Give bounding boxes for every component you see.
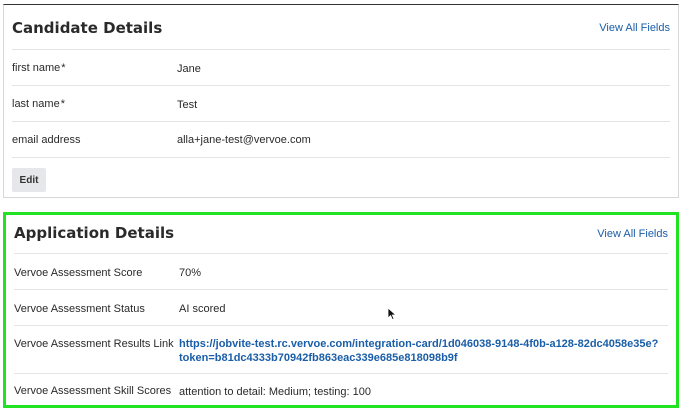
candidate-view-all-fields-link[interactable]: View All Fields (599, 22, 670, 34)
assessment-skill-scores-label: Vervoe Assessment Skill Scores (14, 385, 172, 397)
last-name-value: Test (177, 99, 198, 111)
assessment-results-link[interactable]: https://jobvite-test.rc.vervoe.com/integ… (179, 337, 658, 365)
assessment-status-value: AI scored (179, 303, 226, 315)
assessment-score-label: Vervoe Assessment Score (14, 267, 143, 279)
candidate-row-last-name: last name* Test (12, 85, 670, 121)
application-row-skill-scores: Vervoe Assessment Skill Scores attention… (14, 373, 668, 406)
application-row-score: Vervoe Assessment Score 70% (14, 253, 668, 290)
application-details-title: Application Details (14, 224, 175, 242)
required-marker: * (60, 98, 65, 110)
candidate-details-title: Candidate Details (12, 19, 163, 37)
mouse-pointer-icon (387, 307, 397, 321)
page: Candidate Details View All Fields first … (0, 0, 684, 414)
first-name-label: first name* (12, 62, 66, 74)
edit-button[interactable]: Edit (12, 168, 46, 192)
first-name-value: Jane (177, 63, 201, 75)
email-address-label: email address (12, 134, 81, 146)
assessment-status-label: Vervoe Assessment Status (14, 303, 145, 315)
candidate-row-first-name: first name* Jane (12, 49, 670, 85)
assessment-score-value: 70% (179, 267, 202, 279)
email-address-value: alla+jane-test@vervoe.com (177, 134, 311, 146)
candidate-details-card: Candidate Details View All Fields first … (3, 4, 679, 198)
application-row-results-link: Vervoe Assessment Results Link https://j… (14, 325, 668, 374)
results-link-line-1: https://jobvite-test.rc.vervoe.com/integ… (179, 338, 659, 350)
required-marker: * (61, 62, 66, 74)
candidate-row-email: email address alla+jane-test@vervoe.com (12, 121, 670, 157)
candidate-divider (12, 157, 670, 158)
assessment-skill-scores-value: attention to detail: Medium; testing: 10… (179, 386, 372, 398)
application-details-card: Application Details View All Fields Verv… (3, 212, 679, 408)
application-view-all-fields-link[interactable]: View All Fields (597, 228, 668, 240)
results-link-line-2: token=b81dc4333b70942fb863eac339e685e818… (179, 352, 458, 364)
assessment-results-link-label: Vervoe Assessment Results Link (14, 338, 174, 350)
application-row-status: Vervoe Assessment Status AI scored (14, 289, 668, 326)
last-name-label: last name* (12, 98, 65, 110)
